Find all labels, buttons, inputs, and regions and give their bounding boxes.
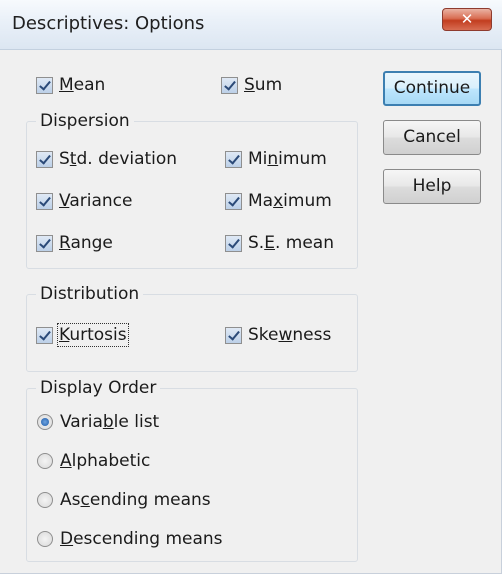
checkbox-checked-icon <box>36 76 53 94</box>
descending-means-radio[interactable]: Descending means <box>37 529 223 549</box>
display-order-group-label: Display Order <box>36 378 161 398</box>
alphabetic-radio[interactable]: Alphabetic <box>37 451 150 471</box>
radio-unselected-icon <box>37 531 53 547</box>
variable-list-label: Variable list <box>60 412 160 432</box>
range-label: Range <box>59 233 113 253</box>
descending-means-label: Descending means <box>60 529 223 549</box>
checkbox-checked-icon <box>36 150 53 168</box>
checkbox-checked-icon <box>36 326 53 344</box>
checkbox-checked-icon <box>225 326 242 344</box>
se-mean-checkbox[interactable]: S.E. mean <box>225 233 334 253</box>
sum-label: Sum <box>244 75 283 95</box>
checkbox-checked-icon <box>36 192 53 210</box>
minimum-label: Minimum <box>248 149 327 169</box>
maximum-checkbox[interactable]: Maximum <box>225 191 332 211</box>
checkbox-checked-icon <box>36 234 53 252</box>
mean-label: Mean <box>59 75 106 95</box>
minimum-checkbox[interactable]: Minimum <box>225 149 327 169</box>
cancel-button[interactable]: Cancel <box>383 120 481 155</box>
close-button[interactable]: ✕ <box>442 8 492 31</box>
kurtosis-checkbox[interactable]: Kurtosis <box>36 323 129 347</box>
mean-checkbox[interactable]: Mean <box>36 75 105 95</box>
alphabetic-label: Alphabetic <box>60 451 151 471</box>
checkbox-checked-icon <box>225 150 242 168</box>
variance-checkbox[interactable]: Variance <box>36 191 132 211</box>
checkbox-checked-icon <box>221 76 238 94</box>
help-button[interactable]: Help <box>383 169 481 204</box>
ascending-means-radio[interactable]: Ascending means <box>37 490 211 510</box>
descriptives-options-dialog: Descriptives: Options ✕ Mean Sum Dispers… <box>0 0 502 574</box>
window-title: Descriptives: Options <box>12 13 205 34</box>
dispersion-group-label: Dispersion <box>36 111 134 131</box>
title-bar[interactable]: Descriptives: Options ✕ <box>0 0 502 50</box>
radio-unselected-icon <box>37 453 53 469</box>
close-icon: ✕ <box>460 10 474 28</box>
range-checkbox[interactable]: Range <box>36 233 113 253</box>
variable-list-radio[interactable]: Variable list <box>37 412 159 432</box>
checkbox-checked-icon <box>225 234 242 252</box>
se-mean-label: S.E. mean <box>248 233 334 253</box>
radio-unselected-icon <box>37 492 53 508</box>
std-deviation-label: Std. deviation <box>59 149 178 169</box>
continue-button[interactable]: Continue <box>383 71 481 106</box>
maximum-label: Maximum <box>248 191 332 211</box>
distribution-group-label: Distribution <box>36 284 144 304</box>
kurtosis-label: Kurtosis <box>57 323 129 347</box>
ascending-means-label: Ascending means <box>60 490 211 510</box>
skewness-label: Skewness <box>248 325 332 345</box>
checkbox-checked-icon <box>225 192 242 210</box>
skewness-checkbox[interactable]: Skewness <box>225 325 331 345</box>
variance-label: Variance <box>59 191 133 211</box>
sum-checkbox[interactable]: Sum <box>221 75 282 95</box>
radio-selected-icon <box>37 414 53 430</box>
std-deviation-checkbox[interactable]: Std. deviation <box>36 149 177 169</box>
